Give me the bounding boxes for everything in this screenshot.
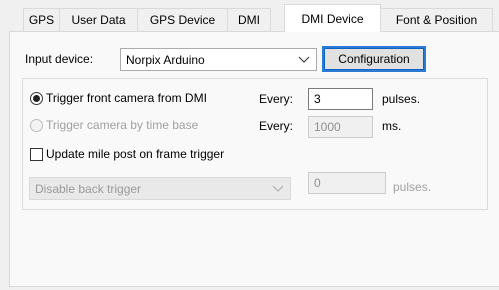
front-pulses-unit: pulses. (382, 92, 421, 106)
front-pulses-value: 3 (314, 92, 321, 106)
tab-dmi-device[interactable]: DMI Device (284, 4, 381, 32)
chevron-down-icon (272, 185, 284, 192)
update-milepost-label: Update mile post on frame trigger (46, 147, 225, 161)
tab-label: DMI (238, 13, 260, 27)
configuration-button[interactable]: Configuration (322, 46, 426, 72)
tab-gps-device[interactable]: GPS Device (137, 8, 228, 31)
time-base-ms-unit: ms. (382, 119, 402, 133)
time-every-label: Every: (259, 119, 294, 133)
input-device-select[interactable]: Norpix Arduino (120, 48, 317, 71)
input-device-label: Input device: (25, 52, 94, 66)
front-every-label: Every: (259, 92, 294, 106)
back-trigger-pulses-input[interactable]: 0 (308, 172, 386, 194)
back-trigger-select[interactable]: Disable back trigger (29, 177, 291, 200)
update-milepost-checkbox[interactable] (30, 148, 43, 161)
tab-label: GPS (28, 13, 55, 27)
trigger-front-camera-label: Trigger front camera from DMI (46, 91, 207, 105)
back-trigger-pulses-value: 0 (314, 176, 321, 190)
time-base-ms-value: 1000 (314, 120, 341, 134)
tab-label: Font & Position (395, 13, 478, 27)
back-trigger-pulses-unit: pulses. (393, 180, 432, 194)
tab-user-data[interactable]: User Data (59, 8, 138, 31)
trigger-time-base-radio[interactable] (30, 119, 43, 132)
tab-label: DMI Device (301, 11, 364, 26)
time-base-ms-input[interactable]: 1000 (308, 116, 373, 138)
tab-gps[interactable]: GPS (23, 8, 60, 31)
radio-selected-dot (33, 95, 40, 102)
tab-font-position[interactable]: Font & Position (380, 8, 493, 31)
trigger-front-camera-radio[interactable] (30, 92, 43, 105)
configuration-button-label: Configuration (338, 52, 410, 66)
back-trigger-value: Disable back trigger (35, 181, 142, 196)
tab-label: User Data (71, 13, 126, 27)
trigger-time-base-label: Trigger camera by time base (46, 118, 199, 132)
front-pulses-input[interactable]: 3 (308, 88, 373, 110)
tab-label: GPS Device (149, 13, 216, 27)
chevron-down-icon (298, 56, 310, 63)
tab-dmi[interactable]: DMI (227, 8, 271, 31)
input-device-value: Norpix Arduino (126, 52, 205, 67)
